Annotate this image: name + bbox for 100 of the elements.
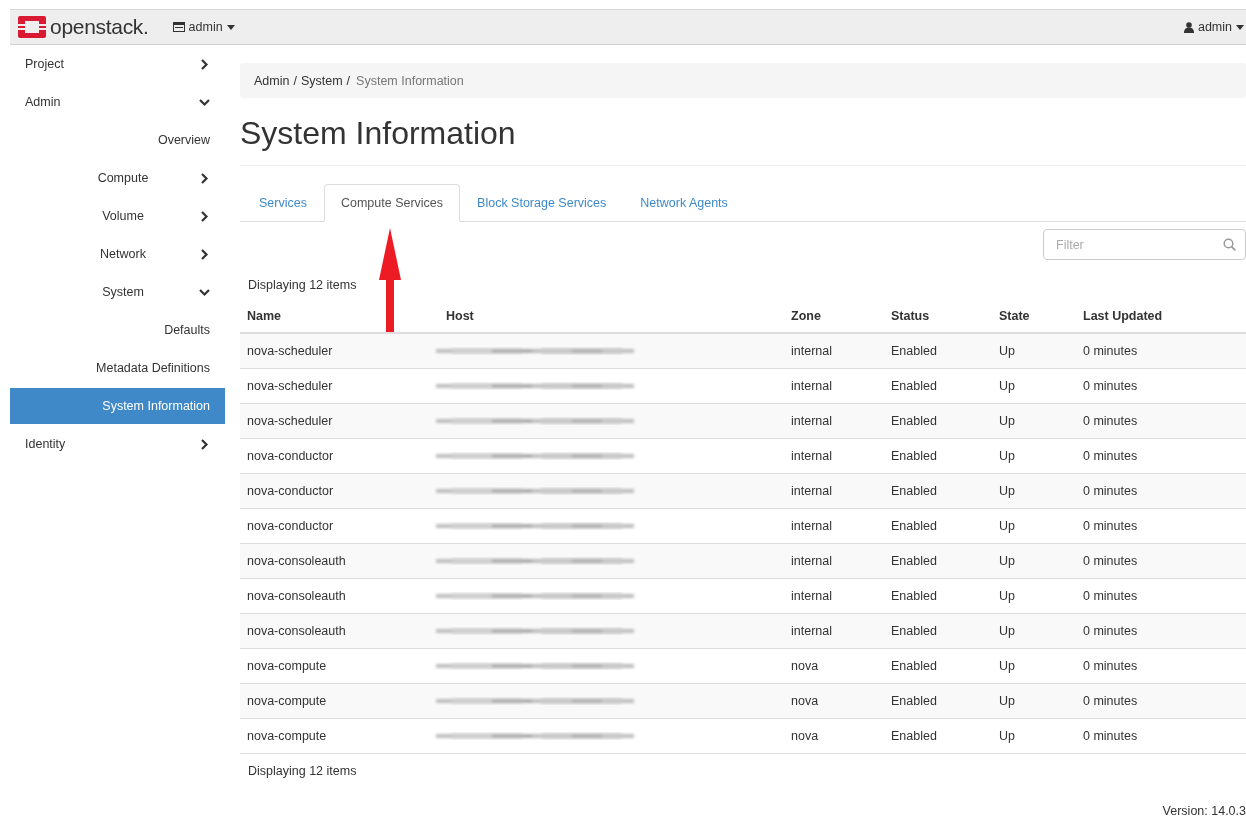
breadcrumb-separator: /: [293, 73, 297, 88]
table-cell: 0 minutes: [1076, 683, 1246, 719]
table-cell: Up: [992, 333, 1076, 369]
table-cell: Enabled: [884, 648, 992, 684]
tab[interactable]: Block Storage Services: [460, 184, 624, 223]
table-cell: 0 minutes: [1076, 438, 1246, 474]
filter-field[interactable]: Filter: [1043, 229, 1246, 261]
table-cell: nova-compute: [240, 683, 439, 719]
table-cell: 0 minutes: [1076, 718, 1246, 754]
table-cell: Up: [992, 473, 1076, 509]
table-cell: internal: [784, 438, 884, 474]
breadcrumb-link[interactable]: Admin: [254, 73, 290, 88]
table-cell: 0 minutes: [1076, 333, 1246, 369]
table-cell: 0 minutes: [1076, 508, 1246, 544]
sidebar-item[interactable]: Network: [10, 235, 225, 273]
table-cell: Up: [992, 613, 1076, 649]
table-cell: Enabled: [884, 718, 992, 754]
search-icon: [1223, 238, 1236, 252]
table-cell: internal: [784, 613, 884, 649]
table-cell: 0 minutes: [1076, 543, 1246, 579]
table-cell: Up: [992, 718, 1076, 754]
table-cell: 0 minutes: [1076, 613, 1246, 649]
table-cell: nova-scheduler: [240, 368, 439, 404]
table-cell: nova-scheduler: [240, 333, 439, 369]
caret-icon: [1236, 24, 1244, 30]
table-cell: nova: [784, 718, 884, 754]
table-cell: Enabled: [884, 543, 992, 579]
chevron-down-icon: [199, 286, 210, 298]
chevron-right-icon: [199, 58, 210, 70]
table-cell: 0 minutes: [1076, 403, 1246, 439]
table-cell: Up: [992, 578, 1076, 614]
sidebar-item[interactable]: Project: [10, 45, 225, 83]
table-cell: Up: [992, 438, 1076, 474]
table-cell: nova-conductor: [240, 438, 439, 474]
table-cell: nova-consoleauth: [240, 543, 439, 579]
table-cell: nova-consoleauth: [240, 613, 439, 649]
page-title: System Information: [240, 116, 1246, 167]
chevron-right-icon: [199, 248, 210, 260]
table-cell: Enabled: [884, 438, 992, 474]
chevron-right-icon: [199, 172, 210, 184]
table-cell: nova: [784, 648, 884, 684]
breadcrumb-link[interactable]: System: [300, 73, 343, 88]
table-cell: Enabled: [884, 333, 992, 369]
table-cell: nova-conductor: [240, 473, 439, 509]
sidebar-item[interactable]: System Information: [10, 388, 225, 424]
table-cell: Up: [992, 543, 1076, 579]
table-cell: Up: [992, 368, 1076, 404]
sidebar-item[interactable]: Volume: [10, 197, 225, 235]
table-cell: internal: [784, 403, 884, 439]
chevron-right-icon: [199, 438, 210, 450]
breadcrumb-separator: /: [346, 73, 351, 88]
caret-icon: [226, 24, 235, 30]
table-cell: Enabled: [884, 403, 992, 439]
table-cell: internal: [784, 333, 884, 369]
sidebar-item[interactable]: Identity: [10, 425, 225, 463]
version-label: Version: 14.0.3: [1161, 804, 1246, 819]
user-icon: [1183, 21, 1194, 33]
table-cell: nova-conductor: [240, 508, 439, 544]
sidebar-item[interactable]: Defaults: [10, 311, 225, 349]
table-cell: 0 minutes: [1076, 648, 1246, 684]
table-cell: Up: [992, 648, 1076, 684]
table-cell: Up: [992, 403, 1076, 439]
user-dropdown[interactable]: admin: [1183, 20, 1244, 34]
table-cell: Enabled: [884, 508, 992, 544]
table-cell: 0 minutes: [1076, 578, 1246, 614]
table-cell: Enabled: [884, 613, 992, 649]
sidebar-item[interactable]: Overview: [10, 121, 225, 159]
openstack-logo[interactable]: openstack.: [18, 15, 149, 39]
chevron-down-icon: [199, 96, 210, 108]
project-dropdown[interactable]: admin: [172, 20, 235, 34]
table-cell: Up: [992, 508, 1076, 544]
sidebar-item[interactable]: Metadata Definitions: [10, 349, 225, 387]
table-cell: internal: [784, 578, 884, 614]
sidebar-item[interactable]: Compute: [10, 159, 225, 197]
table-cell: nova: [784, 683, 884, 719]
table-cell: nova-consoleauth: [240, 578, 439, 614]
tab[interactable]: Services: [242, 184, 324, 223]
window-icon: [172, 22, 185, 32]
table-cell: nova-scheduler: [240, 403, 439, 439]
chevron-right-icon: [199, 210, 210, 222]
breadcrumb-current: System Information: [356, 73, 464, 88]
table-cell: Enabled: [884, 473, 992, 509]
tab[interactable]: Compute Services: [323, 184, 461, 223]
table-cell: internal: [784, 508, 884, 544]
table-cell: Enabled: [884, 368, 992, 404]
table-cell: 0 minutes: [1076, 368, 1246, 404]
sidebar-item[interactable]: System: [10, 273, 225, 311]
logo-icon: [18, 16, 46, 38]
table-cell: Enabled: [884, 578, 992, 614]
sidebar-item[interactable]: Admin: [10, 83, 225, 121]
table-cell: internal: [784, 543, 884, 579]
tab[interactable]: Network Agents: [623, 184, 745, 223]
table-cell: Up: [992, 683, 1076, 719]
table-cell: nova-compute: [240, 718, 439, 754]
item-count: Displaying 12 items: [247, 764, 358, 779]
table-cell: Enabled: [884, 683, 992, 719]
table-cell: nova-compute: [240, 648, 439, 684]
table-cell: internal: [784, 473, 884, 509]
item-count: Displaying 12 items: [247, 278, 358, 293]
table-cell: 0 minutes: [1076, 473, 1246, 509]
